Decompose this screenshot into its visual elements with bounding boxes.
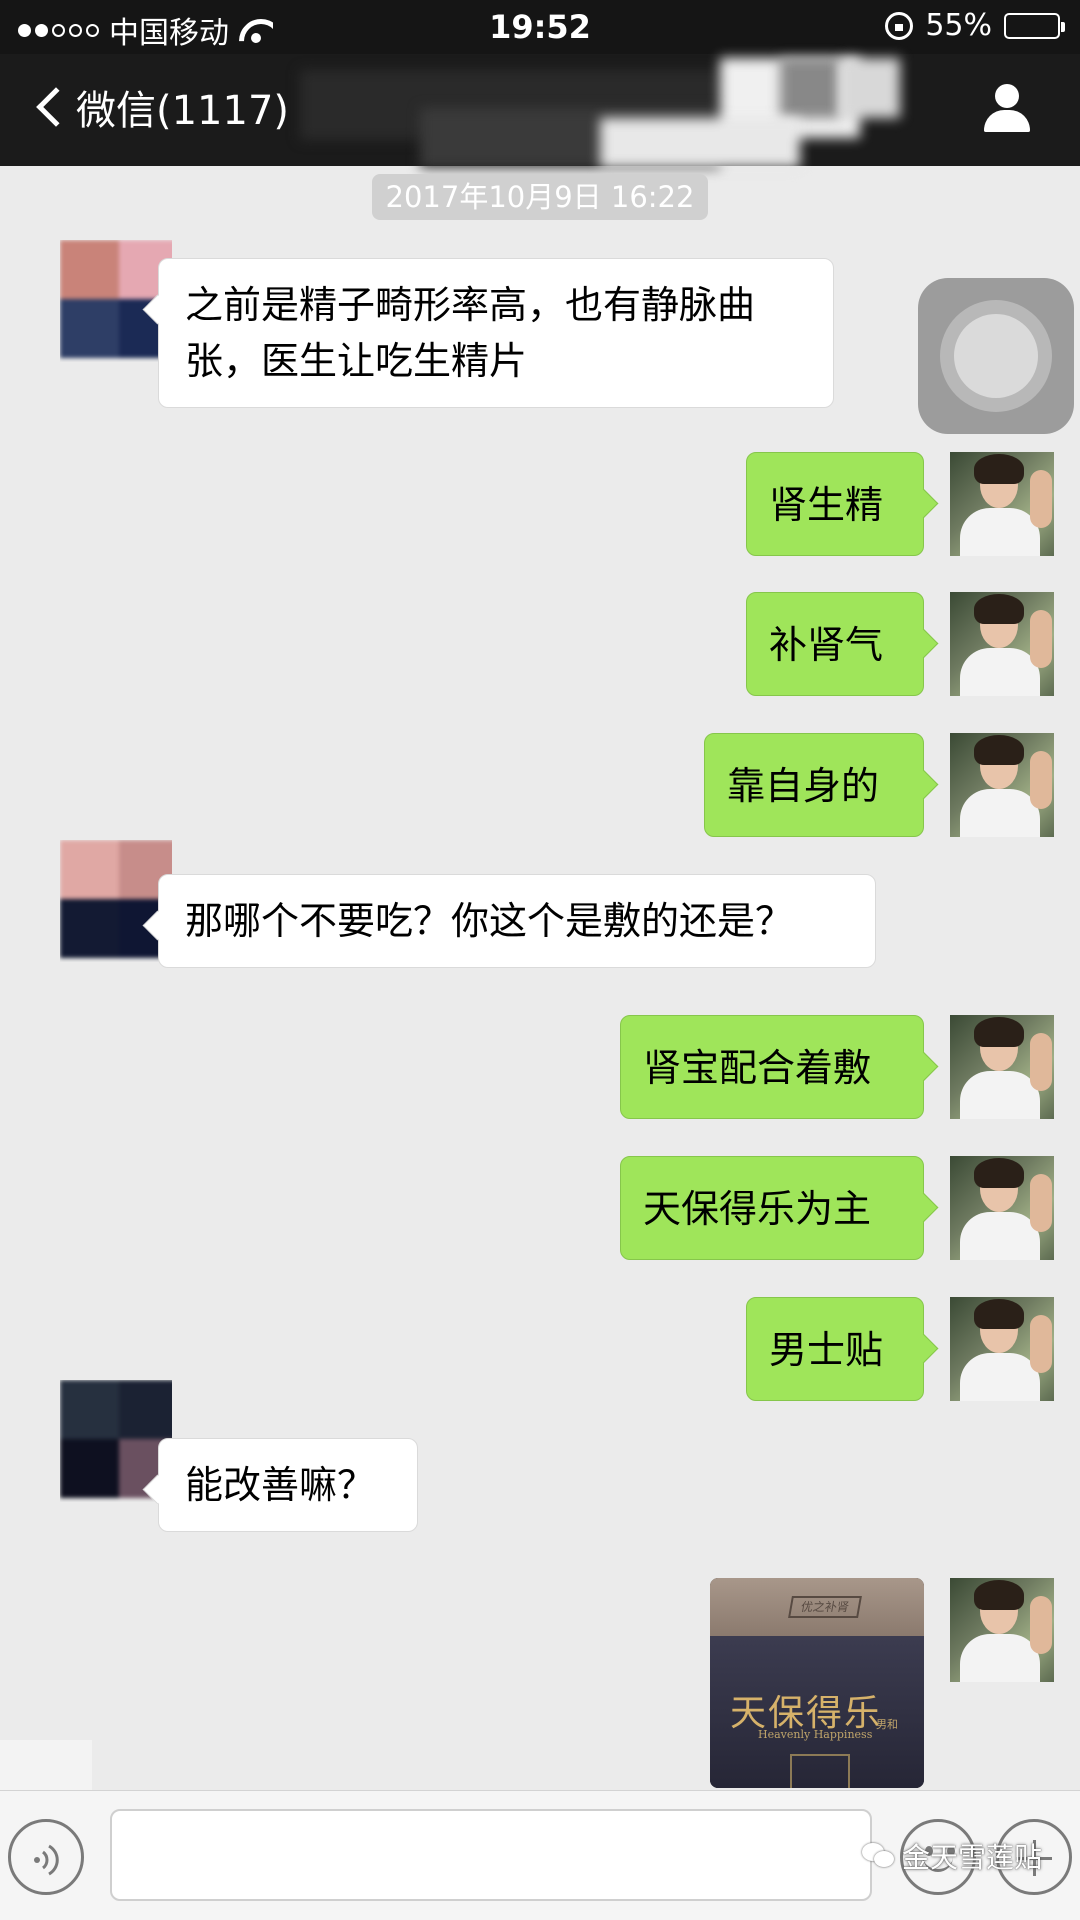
product-tag: 男和 [876, 1718, 898, 1731]
battery-percent: 55% [925, 8, 992, 43]
message-bubble-sent[interactable]: 靠自身的 [704, 733, 924, 837]
product-emblem [790, 1754, 850, 1788]
my-avatar[interactable] [950, 1156, 1054, 1260]
message-bubble-sent[interactable]: 肾生精 [746, 452, 924, 556]
message-bubble-sent[interactable]: 男士贴 [746, 1297, 924, 1401]
battery-icon [1004, 12, 1065, 39]
message-bubble-sent[interactable]: 肾宝配合着敷 [620, 1015, 924, 1119]
my-avatar[interactable] [950, 1015, 1054, 1119]
chat-info-person-icon[interactable] [982, 84, 1032, 132]
my-avatar[interactable] [950, 733, 1054, 837]
message-bubble-received[interactable]: 之前是精子畸形率高，也有静脉曲张，医生让吃生精片 [158, 258, 834, 408]
product-subtitle: Heavenly Happiness [758, 1728, 873, 1741]
watermark-text: 金天雪莲贴 [902, 1841, 1043, 1874]
status-bar: 中国移动 19:52 55% [0, 0, 1080, 54]
message-input[interactable] [110, 1809, 872, 1901]
background-fragment [0, 1740, 92, 1790]
message-timestamp: 2017年10月9日 16:22 [372, 174, 708, 220]
assistive-touch-button[interactable] [918, 278, 1074, 434]
nav-bar: 微信(1117) [0, 54, 1080, 168]
battery-group: 55% [885, 8, 1065, 43]
chevron-left-icon [36, 87, 76, 127]
message-bubble-sent[interactable]: 补肾气 [746, 592, 924, 696]
wechat-logo-icon [862, 1843, 896, 1869]
my-avatar[interactable] [950, 1578, 1054, 1682]
product-photo-message[interactable]: 优之补肾 天保得乐 Heavenly Happiness 男和 [710, 1578, 924, 1788]
voice-input-button[interactable] [8, 1819, 84, 1895]
watermark: 金天雪莲贴 [862, 1836, 1042, 1876]
orientation-lock-icon [885, 11, 914, 40]
blurred-chat-title [300, 58, 980, 168]
back-label: 微信(1117) [76, 88, 290, 134]
my-avatar[interactable] [950, 452, 1054, 556]
voice-icon [34, 1844, 59, 1876]
message-bubble-received[interactable]: 能改善嘛？ [158, 1438, 418, 1532]
my-avatar[interactable] [950, 1297, 1054, 1401]
my-avatar[interactable] [950, 592, 1054, 696]
message-bubble-sent[interactable]: 天保得乐为主 [620, 1156, 924, 1260]
contact-avatar[interactable] [60, 840, 172, 962]
product-box-label: 优之补肾 [788, 1596, 862, 1618]
back-button[interactable]: 微信(1117) [30, 78, 289, 136]
message-bubble-received[interactable]: 那哪个不要吃？你这个是敷的还是？ [158, 874, 876, 968]
